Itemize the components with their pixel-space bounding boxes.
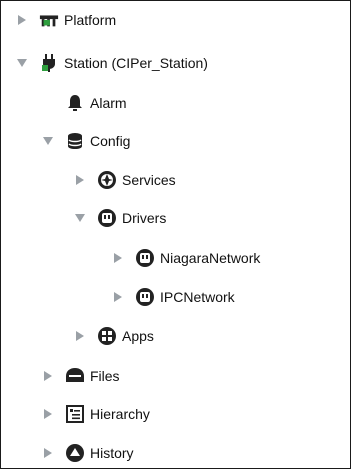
files-icon <box>65 366 85 386</box>
tree-item-platform[interactable]: Platform <box>1 8 350 32</box>
expand-arrow-icon[interactable] <box>41 446 55 460</box>
tree-item-files[interactable]: Files <box>1 364 350 388</box>
tree-item-drivers[interactable]: Drivers <box>1 206 350 230</box>
database-icon <box>65 131 85 151</box>
tree-item-config[interactable]: Config <box>1 129 350 153</box>
tree-item-label: History <box>90 445 134 461</box>
expand-arrow-icon[interactable] <box>15 13 29 27</box>
tree-item-label: IPCNetwork <box>160 289 235 305</box>
navigation-tree: Platform Station (CIPer_Station) Alarm C… <box>0 0 351 469</box>
tree-item-label: Apps <box>122 328 154 344</box>
services-icon <box>97 170 117 190</box>
tree-item-label: Config <box>90 133 131 149</box>
expand-arrow-icon[interactable] <box>111 251 125 265</box>
driver-icon <box>135 248 155 268</box>
tree-item-history[interactable]: History <box>1 441 350 465</box>
tree-item-label: Drivers <box>122 210 167 226</box>
expand-arrow-icon[interactable] <box>41 407 55 421</box>
tree-item-label: Files <box>90 368 120 384</box>
tree-item-station[interactable]: Station (CIPer_Station) <box>1 51 350 75</box>
tree-item-label: Platform <box>64 12 117 28</box>
expand-arrow-icon[interactable] <box>73 329 87 343</box>
collapse-arrow-icon[interactable] <box>73 211 87 225</box>
tree-item-services[interactable]: Services <box>1 168 350 192</box>
tree-item-apps[interactable]: Apps <box>1 324 350 348</box>
tree-item-ipc-network[interactable]: IPCNetwork <box>1 285 350 309</box>
platform-icon <box>39 10 59 30</box>
expand-arrow-icon[interactable] <box>73 173 87 187</box>
tree-item-niagara-network[interactable]: NiagaraNetwork <box>1 246 350 270</box>
tree-item-alarm[interactable]: Alarm <box>1 91 350 115</box>
tree-item-label: Station (CIPer_Station) <box>64 55 208 71</box>
apps-icon <box>97 326 117 346</box>
tree-item-label: Services <box>122 172 176 188</box>
bell-icon <box>65 93 85 113</box>
collapse-arrow-icon[interactable] <box>41 134 55 148</box>
driver-icon <box>135 287 155 307</box>
driver-icon <box>97 208 117 228</box>
expand-arrow-icon[interactable] <box>41 369 55 383</box>
station-plug-icon <box>39 53 59 73</box>
tree-item-label: NiagaraNetwork <box>160 250 261 266</box>
tree-item-label: Hierarchy <box>90 406 150 422</box>
hierarchy-icon <box>65 404 85 424</box>
tree-item-hierarchy[interactable]: Hierarchy <box>1 402 350 426</box>
collapse-arrow-icon[interactable] <box>15 56 29 70</box>
tree-item-label: Alarm <box>90 95 127 111</box>
history-icon <box>65 443 85 463</box>
expand-arrow-icon[interactable] <box>111 290 125 304</box>
